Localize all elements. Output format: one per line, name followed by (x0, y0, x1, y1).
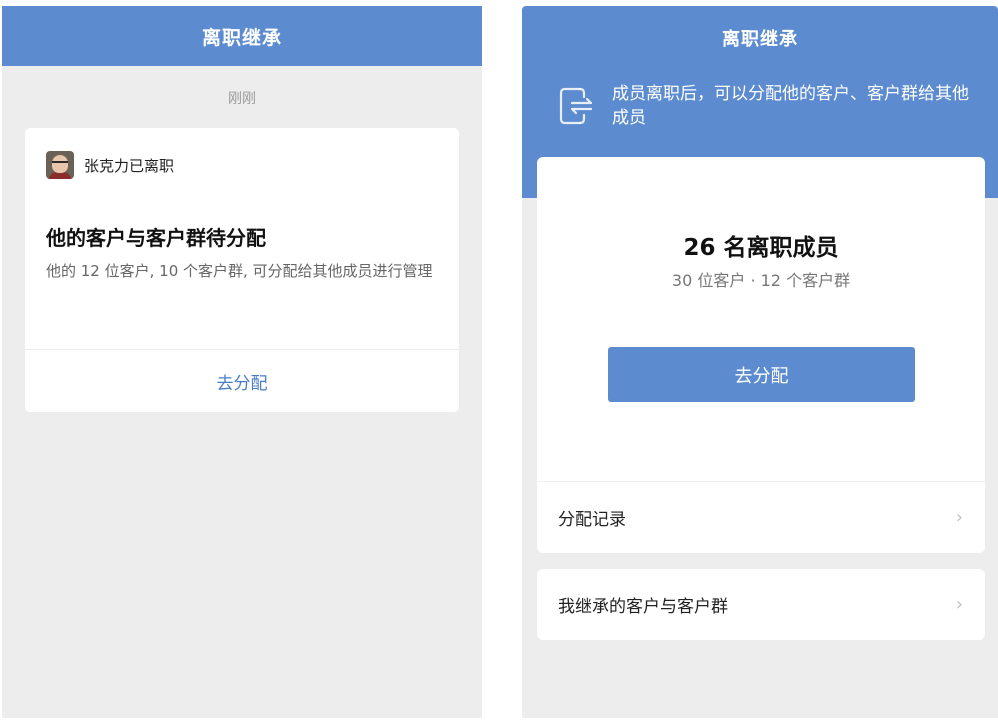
summary-card: 26 名离职成员 30 位客户 · 12 个客户群 去分配 分配记录 › (537, 157, 985, 553)
nav-title: 离职继承 (201, 26, 282, 49)
customer-summary: 30 位客户 · 12 个客户群 (671, 271, 851, 290)
member-status: 张克力已离职 (84, 156, 175, 175)
chevron-right-icon: › (955, 506, 963, 528)
assign-button[interactable]: 去分配 (608, 347, 915, 402)
resigned-member-count: 26 名离职成员 (683, 235, 839, 261)
right-screen: 离职继承 成员离职后，可以分配他的客户、客户群给其他成员 26 名离职成员 30… (522, 6, 998, 718)
row-label: 分配记录 (558, 509, 626, 530)
banner-text: 成员离职后，可以分配他的客户、客户群给其他成员 (612, 84, 969, 128)
nav-bar: 离职继承 (2, 6, 482, 66)
inherited-card: 我继承的客户与客户群 › (537, 569, 985, 640)
inherited-customers-row[interactable]: 我继承的客户与客户群 › (537, 569, 985, 640)
message-timestamp: 刚刚 (228, 91, 256, 107)
member-row: 张克力已离职 (46, 151, 174, 179)
chevron-right-icon: › (955, 594, 963, 615)
resignation-notice-card: 张克力已离职 他的客户与客户群待分配 他的 12 位客户, 10 个客户群, 可… (25, 128, 459, 412)
notice-title: 他的客户与客户群待分配 (46, 226, 266, 250)
notice-description: 他的 12 位客户, 10 个客户群, 可分配给其他成员进行管理 (46, 262, 433, 280)
nav-bar: 离职继承 (522, 6, 998, 56)
left-screen: 离职继承 刚刚 张克力已离职 他的客户与客户群待分配 他的 12 位客户, 10… (2, 6, 482, 718)
assign-link[interactable]: 去分配 (25, 350, 459, 412)
exit-transfer-icon (559, 87, 593, 125)
row-label: 我继承的客户与客户群 (558, 597, 728, 617)
avatar (46, 151, 74, 179)
nav-title: 离职继承 (722, 29, 798, 50)
assignment-records-row[interactable]: 分配记录 › (537, 481, 985, 553)
